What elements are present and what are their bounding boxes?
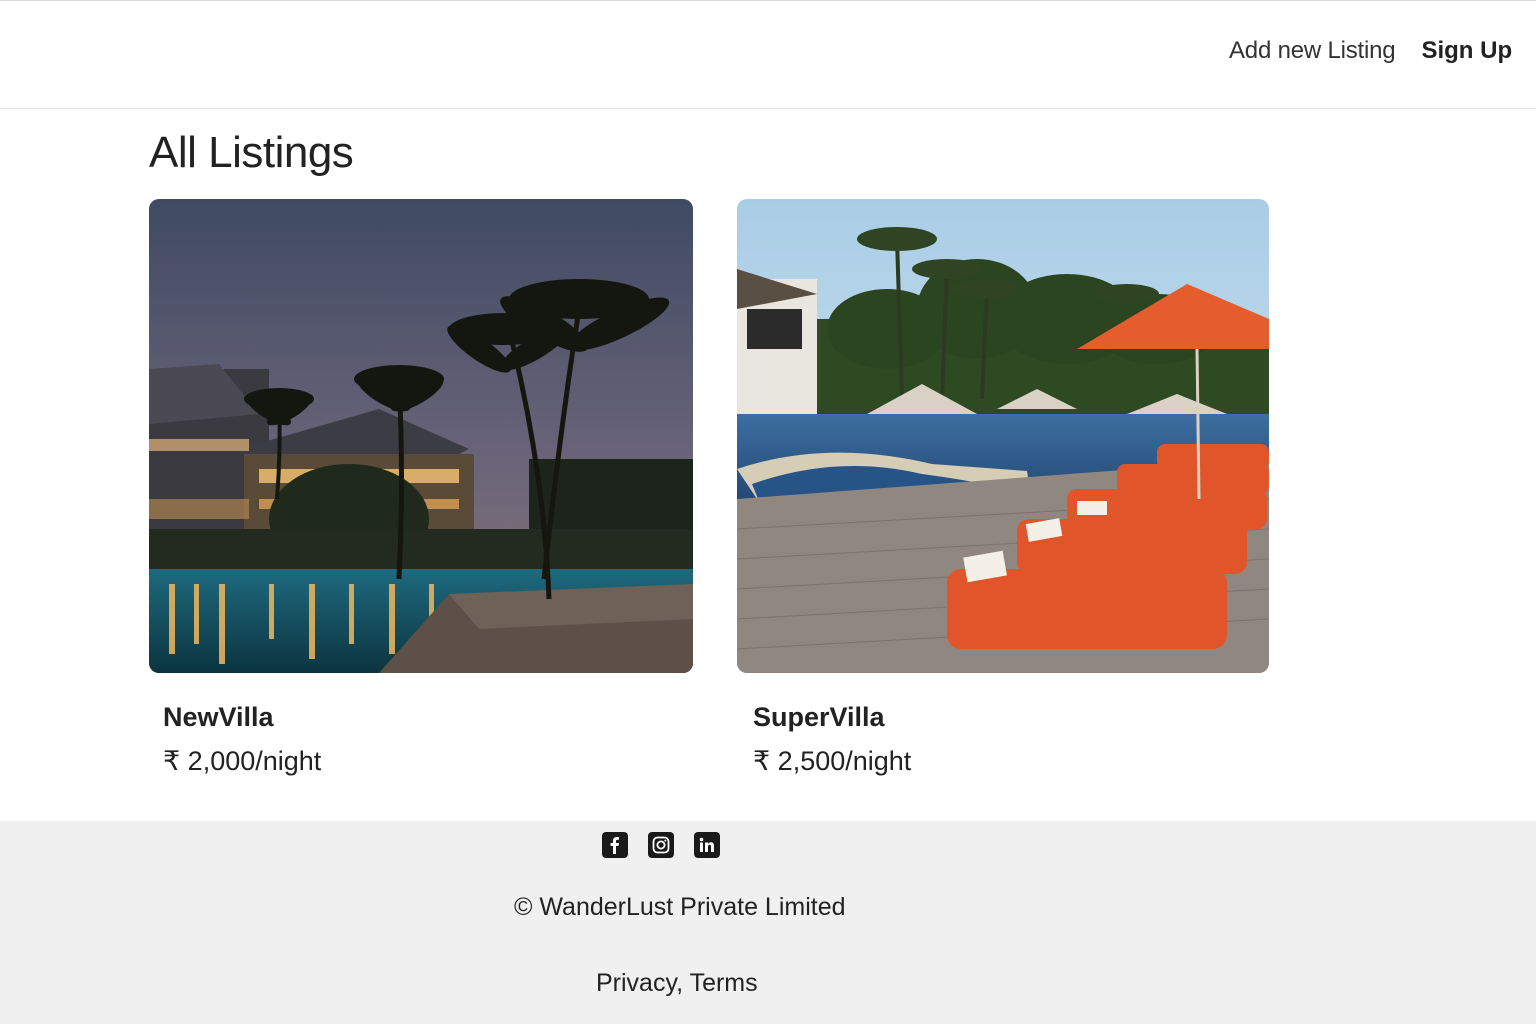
facebook-icon[interactable]	[602, 832, 628, 858]
pool-lounge-image	[737, 199, 1269, 673]
navbar: Add new Listing Sign Up L	[0, 1, 1536, 109]
page-title: All Listings	[149, 128, 354, 177]
social-links	[602, 832, 720, 858]
footer: © WanderLust Private Limited Privacy, Te…	[0, 821, 1536, 1024]
privacy-link[interactable]: Privacy	[596, 969, 676, 997]
legal-separator: ,	[676, 969, 684, 997]
sign-up-link[interactable]: Sign Up	[1421, 37, 1512, 65]
listing-image[interactable]	[737, 199, 1269, 673]
add-listing-link[interactable]: Add new Listing	[1229, 37, 1396, 65]
listing-price: ₹ 2,500/night	[753, 746, 912, 776]
listing-title: SuperVilla	[753, 702, 885, 732]
nav-links: Add new Listing Sign Up L	[1229, 37, 1536, 65]
listing-image[interactable]	[149, 199, 693, 673]
listing-card-supervilla[interactable]: SuperVilla ₹ 2,500/night	[737, 199, 1269, 776]
listing-title: NewVilla	[163, 702, 274, 732]
instagram-icon[interactable]	[648, 832, 674, 858]
resort-night-image	[149, 199, 693, 673]
copyright-text: © WanderLust Private Limited	[514, 893, 846, 921]
listing-card-newvilla[interactable]: NewVilla ₹ 2,000/night	[149, 199, 693, 776]
legal-links: Privacy, Terms	[596, 969, 758, 998]
terms-link[interactable]: Terms	[690, 969, 758, 997]
linkedin-icon[interactable]	[694, 832, 720, 858]
listing-price: ₹ 2,000/night	[163, 746, 322, 776]
